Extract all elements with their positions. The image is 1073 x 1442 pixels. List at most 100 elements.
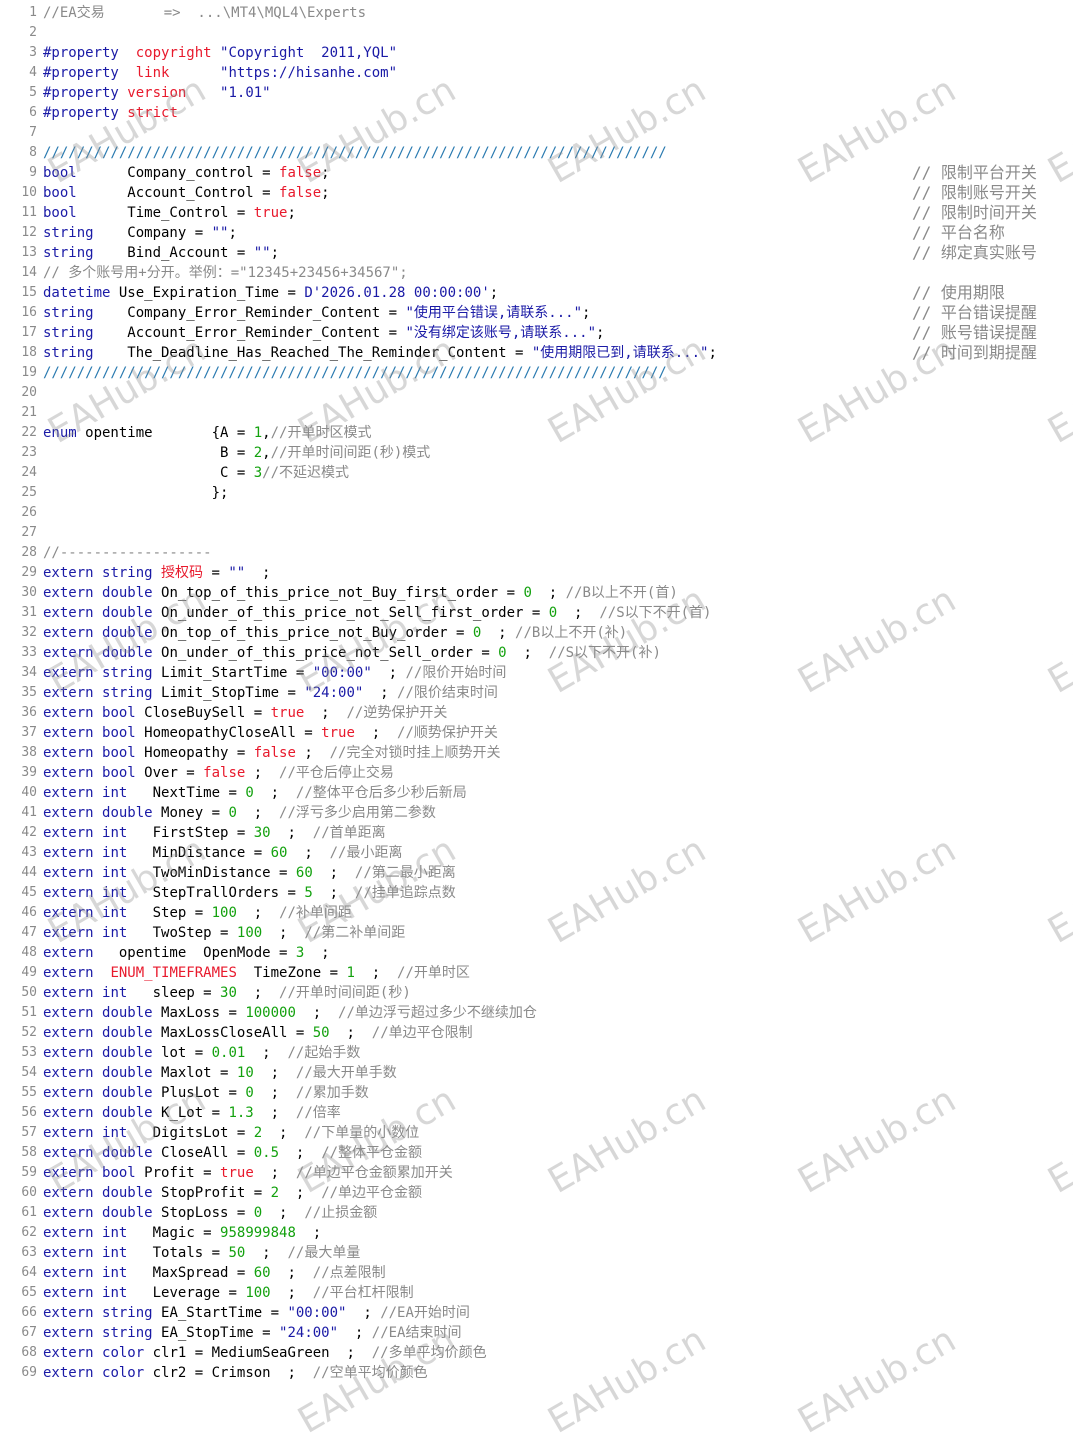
code-line[interactable]: 3 #property copyright "Copyright 2011,YQL…: [0, 43, 1073, 63]
code-line[interactable]: 18 string The_Deadline_Has_Reached_The_Re…: [0, 343, 1073, 363]
code-line[interactable]: 13 string Bind_Account = ""; // 绑定真实账号: [0, 243, 1073, 263]
code-text: extern int DigitsLot = 2 ; //下单量的小数位: [43, 1125, 420, 1141]
line-number: 67: [21, 1325, 37, 1340]
code-line[interactable]: 55 extern double PlusLot = 0 ; //累加手数: [0, 1083, 1073, 1103]
code-line[interactable]: 22 enum opentime {A = 1,//开单时区模式: [0, 423, 1073, 443]
code-text: extern bool HomeopathyCloseAll = true ; …: [43, 725, 498, 741]
code-text: extern double lot = 0.01 ; //起始手数: [43, 1045, 361, 1061]
code-line[interactable]: 49 extern ENUM_TIMEFRAMES TimeZone = 1 ; …: [0, 963, 1073, 983]
line-number: 57: [21, 1125, 37, 1140]
code-line[interactable]: 31 extern double On_under_of_this_price_n…: [0, 603, 1073, 623]
code-line[interactable]: 26: [0, 503, 1073, 523]
code-line[interactable]: 68 extern color clr1 = MediumSeaGreen ; /…: [0, 1343, 1073, 1363]
code-text: C = 3//不延迟模式: [43, 465, 350, 481]
code-line[interactable]: 47 extern int TwoStep = 100 ; //第二补单间距: [0, 923, 1073, 943]
line-number: 22: [21, 425, 37, 440]
line-number: 4: [29, 65, 37, 80]
code-line[interactable]: 21: [0, 403, 1073, 423]
code-line[interactable]: 57 extern int DigitsLot = 2 ; //下单量的小数位: [0, 1123, 1073, 1143]
code-line[interactable]: 23 B = 2,//开单时间间距(秒)模式: [0, 443, 1073, 463]
code-line[interactable]: 25 };: [0, 483, 1073, 503]
line-number: 31: [21, 605, 37, 620]
code-line[interactable]: 33 extern double On_under_of_this_price_n…: [0, 643, 1073, 663]
code-line[interactable]: 38 extern bool Homeopathy = false ; //完全对…: [0, 743, 1073, 763]
code-line[interactable]: 36 extern bool CloseBuySell = true ; //逆势…: [0, 703, 1073, 723]
line-number: 12: [21, 225, 37, 240]
code-line[interactable]: 6 #property strict: [0, 103, 1073, 123]
code-text: extern bool Profit = true ; //单边平仓金额累加开关: [43, 1165, 453, 1181]
code-line[interactable]: 30 extern double On_top_of_this_price_not…: [0, 583, 1073, 603]
code-text: extern string EA_StartTime = "00:00" ; /…: [43, 1305, 470, 1321]
line-number: 13: [21, 245, 37, 260]
line-number: 1: [29, 5, 37, 20]
line-number: 35: [21, 685, 37, 700]
code-line[interactable]: 45 extern int StepTrallOrders = 5 ; //挂单追…: [0, 883, 1073, 903]
code-line[interactable]: 10 bool Account_Control = false; // 限制账号开关: [0, 183, 1073, 203]
code-line[interactable]: 61 extern double StopLoss = 0 ; //止损金额: [0, 1203, 1073, 1223]
line-number: 30: [21, 585, 37, 600]
code-line[interactable]: 12 string Company = ""; // 平台名称: [0, 223, 1073, 243]
code-line[interactable]: 37 extern bool HomeopathyCloseAll = true …: [0, 723, 1073, 743]
code-text: extern double On_top_of_this_price_not_B…: [43, 625, 628, 641]
code-text: string Bind_Account = "";: [43, 245, 280, 261]
line-number: 68: [21, 1345, 37, 1360]
code-line[interactable]: 42 extern int FirstStep = 30 ; //首单距离: [0, 823, 1073, 843]
code-line[interactable]: 34 extern string Limit_StartTime = "00:00…: [0, 663, 1073, 683]
code-line[interactable]: 28 //------------------: [0, 543, 1073, 563]
code-line[interactable]: 67 extern string EA_StopTime = "24:00" ; …: [0, 1323, 1073, 1343]
code-line[interactable]: 52 extern double MaxLossCloseAll = 50 ; /…: [0, 1023, 1073, 1043]
code-line[interactable]: 17 string Account_Error_Reminder_Content …: [0, 323, 1073, 343]
code-line[interactable]: 50 extern int sleep = 30 ; //开单时间间距(秒): [0, 983, 1073, 1003]
code-line[interactable]: 8 ///////////////////////////////////////…: [0, 143, 1073, 163]
code-line[interactable]: 44 extern int TwoMinDistance = 60 ; //第二最…: [0, 863, 1073, 883]
code-line[interactable]: 24 C = 3//不延迟模式: [0, 463, 1073, 483]
code-line[interactable]: 27: [0, 523, 1073, 543]
code-line[interactable]: 64 extern int MaxSpread = 60 ; //点差限制: [0, 1263, 1073, 1283]
code-line[interactable]: 39 extern bool Over = false ; //平仓后停止交易: [0, 763, 1073, 783]
code-text: #property link "https://hisanhe.com": [43, 65, 398, 81]
code-line[interactable]: 1 //EA交易 => ...\MT4\MQL4\Experts: [0, 3, 1073, 23]
code-line[interactable]: 9 bool Company_control = false; // 限制平台开关: [0, 163, 1073, 183]
code-line[interactable]: 51 extern double MaxLoss = 100000 ; //单边浮…: [0, 1003, 1073, 1023]
line-number: 25: [21, 485, 37, 500]
code-line[interactable]: 5 #property version "1.01": [0, 83, 1073, 103]
code-text: string Company_Error_Reminder_Content = …: [43, 305, 591, 321]
code-line[interactable]: 16 string Company_Error_Reminder_Content …: [0, 303, 1073, 323]
code-line[interactable]: 65 extern int Leverage = 100 ; //平台杠杆限制: [0, 1283, 1073, 1303]
code-line[interactable]: 69 extern color clr2 = Crimson ; //空单平均价颜…: [0, 1363, 1073, 1383]
code-line[interactable]: 58 extern double CloseAll = 0.5 ; //整体平仓金…: [0, 1143, 1073, 1163]
line-number: 66: [21, 1305, 37, 1320]
code-line[interactable]: 53 extern double lot = 0.01 ; //起始手数: [0, 1043, 1073, 1063]
code-editor[interactable]: 1//EA交易 => ...\MT4\MQL4\Experts 2 3 #proper…: [0, 0, 1073, 1385]
code-line[interactable]: 59 extern bool Profit = true ; //单边平仓金额累加…: [0, 1163, 1073, 1183]
code-line[interactable]: 32 extern double On_top_of_this_price_not…: [0, 623, 1073, 643]
code-line[interactable]: 48 extern opentime OpenMode = 3 ;: [0, 943, 1073, 963]
code-text: extern double On_under_of_this_price_not…: [43, 605, 712, 621]
code-line[interactable]: 11 bool Time_Control = true; // 限制时间开关: [0, 203, 1073, 223]
code-line[interactable]: 54 extern double Maxlot = 10 ; //最大开单手数: [0, 1063, 1073, 1083]
code-line[interactable]: 46 extern int Step = 100 ; //补单间距: [0, 903, 1073, 923]
code-line[interactable]: 7: [0, 123, 1073, 143]
code-line[interactable]: 41 extern double Money = 0 ; //浮亏多少启用第二参数: [0, 803, 1073, 823]
code-line[interactable]: 2: [0, 23, 1073, 43]
code-line[interactable]: 43 extern int MinDistance = 60 ; //最小距离: [0, 843, 1073, 863]
code-line[interactable]: 60 extern double StopProfit = 2 ; //单边平仓金…: [0, 1183, 1073, 1203]
code-line[interactable]: 63 extern int Totals = 50 ; //最大单量: [0, 1243, 1073, 1263]
code-line[interactable]: 15 datetime Use_Expiration_Time = D'2026.…: [0, 283, 1073, 303]
line-number: 36: [21, 705, 37, 720]
code-text: extern int MaxSpread = 60 ; //点差限制: [43, 1265, 386, 1281]
code-line[interactable]: 62 extern int Magic = 958999848 ;: [0, 1223, 1073, 1243]
code-line[interactable]: 4 #property link "https://hisanhe.com": [0, 63, 1073, 83]
code-line[interactable]: 35 extern string Limit_StopTime = "24:00"…: [0, 683, 1073, 703]
code-text: extern double CloseAll = 0.5 ; //整体平仓金额: [43, 1145, 423, 1161]
line-number: 9: [29, 165, 37, 180]
code-line[interactable]: 14 // 多个账号用+分开。举例：="12345+23456+34567";: [0, 263, 1073, 283]
code-line[interactable]: 19 //////////////////////////////////////…: [0, 363, 1073, 383]
line-number: 43: [21, 845, 37, 860]
code-line[interactable]: 66 extern string EA_StartTime = "00:00" ;…: [0, 1303, 1073, 1323]
code-line[interactable]: 29 extern string 授权码 = "" ;: [0, 563, 1073, 583]
code-line[interactable]: 40 extern int NextTime = 0 ; //整体平仓后多少秒后新…: [0, 783, 1073, 803]
code-text: extern bool Over = false ; //平仓后停止交易: [43, 765, 394, 781]
code-line[interactable]: 20: [0, 383, 1073, 403]
code-line[interactable]: 56 extern double K_Lot = 1.3 ; //倍率: [0, 1103, 1073, 1123]
